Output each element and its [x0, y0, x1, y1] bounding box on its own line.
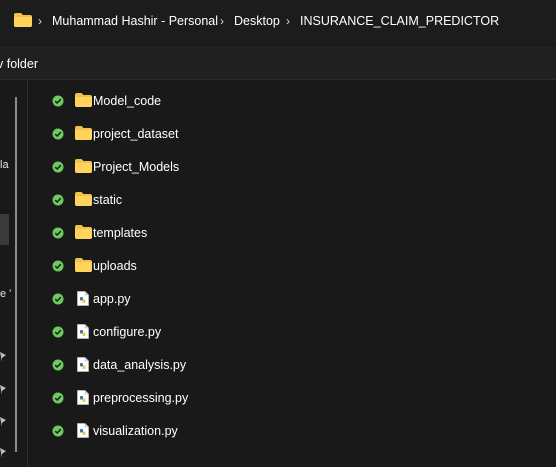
file-name: project_dataset	[93, 127, 179, 141]
check-circle-icon	[52, 128, 64, 140]
python-file-icon	[77, 291, 89, 306]
list-item-file[interactable]: configure.py	[52, 321, 532, 343]
file-name: app.py	[93, 292, 131, 306]
python-file-icon	[77, 324, 89, 339]
folder-icon	[75, 192, 92, 206]
chevron-right-icon[interactable]: ›	[38, 14, 42, 28]
file-name: Model_code	[93, 94, 162, 108]
pin-icon[interactable]	[0, 385, 6, 395]
list-item-folder[interactable]: Project_Models	[52, 156, 532, 178]
list-item-folder[interactable]: Model_code	[52, 90, 532, 112]
folder-icon	[75, 126, 92, 140]
python-file-icon	[77, 390, 89, 405]
breadcrumb-item-desktop[interactable]: Desktop	[234, 14, 280, 28]
breadcrumb-item-personal[interactable]: Muhammad Hashir - Personal	[52, 14, 218, 28]
pin-icon[interactable]	[0, 417, 6, 427]
list-item-file[interactable]: app.py	[52, 288, 532, 310]
folder-icon	[75, 93, 92, 107]
file-name: visualization.py	[93, 424, 178, 438]
folder-icon	[75, 258, 92, 272]
toolbar: v folder	[0, 46, 556, 80]
address-bar[interactable]: › Muhammad Hashir - Personal › Desktop ›…	[0, 0, 556, 44]
check-circle-icon	[52, 392, 64, 404]
nav-selected-item[interactable]	[0, 214, 9, 245]
check-circle-icon	[52, 359, 64, 371]
file-name: preprocessing.py	[93, 391, 189, 405]
list-item-file[interactable]: data_analysis.py	[52, 354, 532, 376]
file-name: data_analysis.py	[93, 358, 187, 372]
check-circle-icon	[52, 326, 64, 338]
check-circle-icon	[52, 161, 64, 173]
file-name: static	[93, 193, 123, 207]
python-file-icon	[77, 357, 89, 372]
list-item-folder[interactable]: uploads	[52, 255, 532, 277]
folder-icon	[14, 13, 32, 27]
folder-icon	[75, 159, 92, 173]
file-name: templates	[93, 226, 148, 240]
file-name: configure.py	[93, 325, 162, 339]
chevron-right-icon[interactable]: ›	[220, 14, 224, 28]
nav-scrollbar[interactable]	[15, 97, 17, 452]
new-folder-button[interactable]: v folder	[0, 57, 38, 71]
check-circle-icon	[52, 227, 64, 239]
list-item-file[interactable]: preprocessing.py	[52, 387, 532, 409]
list-item-file[interactable]: visualization.py	[52, 420, 532, 442]
file-name: Project_Models	[93, 160, 180, 174]
nav-item-fragment[interactable]: e '	[0, 288, 11, 300]
python-file-icon	[77, 423, 89, 438]
list-item-folder[interactable]: templates	[52, 222, 532, 244]
breadcrumb-item-current-folder[interactable]: INSURANCE_CLAIM_PREDICTOR	[300, 14, 499, 28]
pin-icon[interactable]	[0, 448, 6, 458]
chevron-right-icon[interactable]: ›	[286, 14, 290, 28]
check-circle-icon	[52, 260, 64, 272]
navigation-pane: la e '	[0, 80, 28, 467]
list-item-folder[interactable]: static	[52, 189, 532, 211]
check-circle-icon	[52, 194, 64, 206]
list-item-folder[interactable]: project_dataset	[52, 123, 532, 145]
pin-icon[interactable]	[0, 352, 6, 362]
check-circle-icon	[52, 425, 64, 437]
nav-item-fragment[interactable]: la	[0, 159, 9, 171]
file-name: uploads	[93, 259, 137, 273]
folder-icon	[75, 225, 92, 239]
check-circle-icon	[52, 293, 64, 305]
check-circle-icon	[52, 95, 64, 107]
